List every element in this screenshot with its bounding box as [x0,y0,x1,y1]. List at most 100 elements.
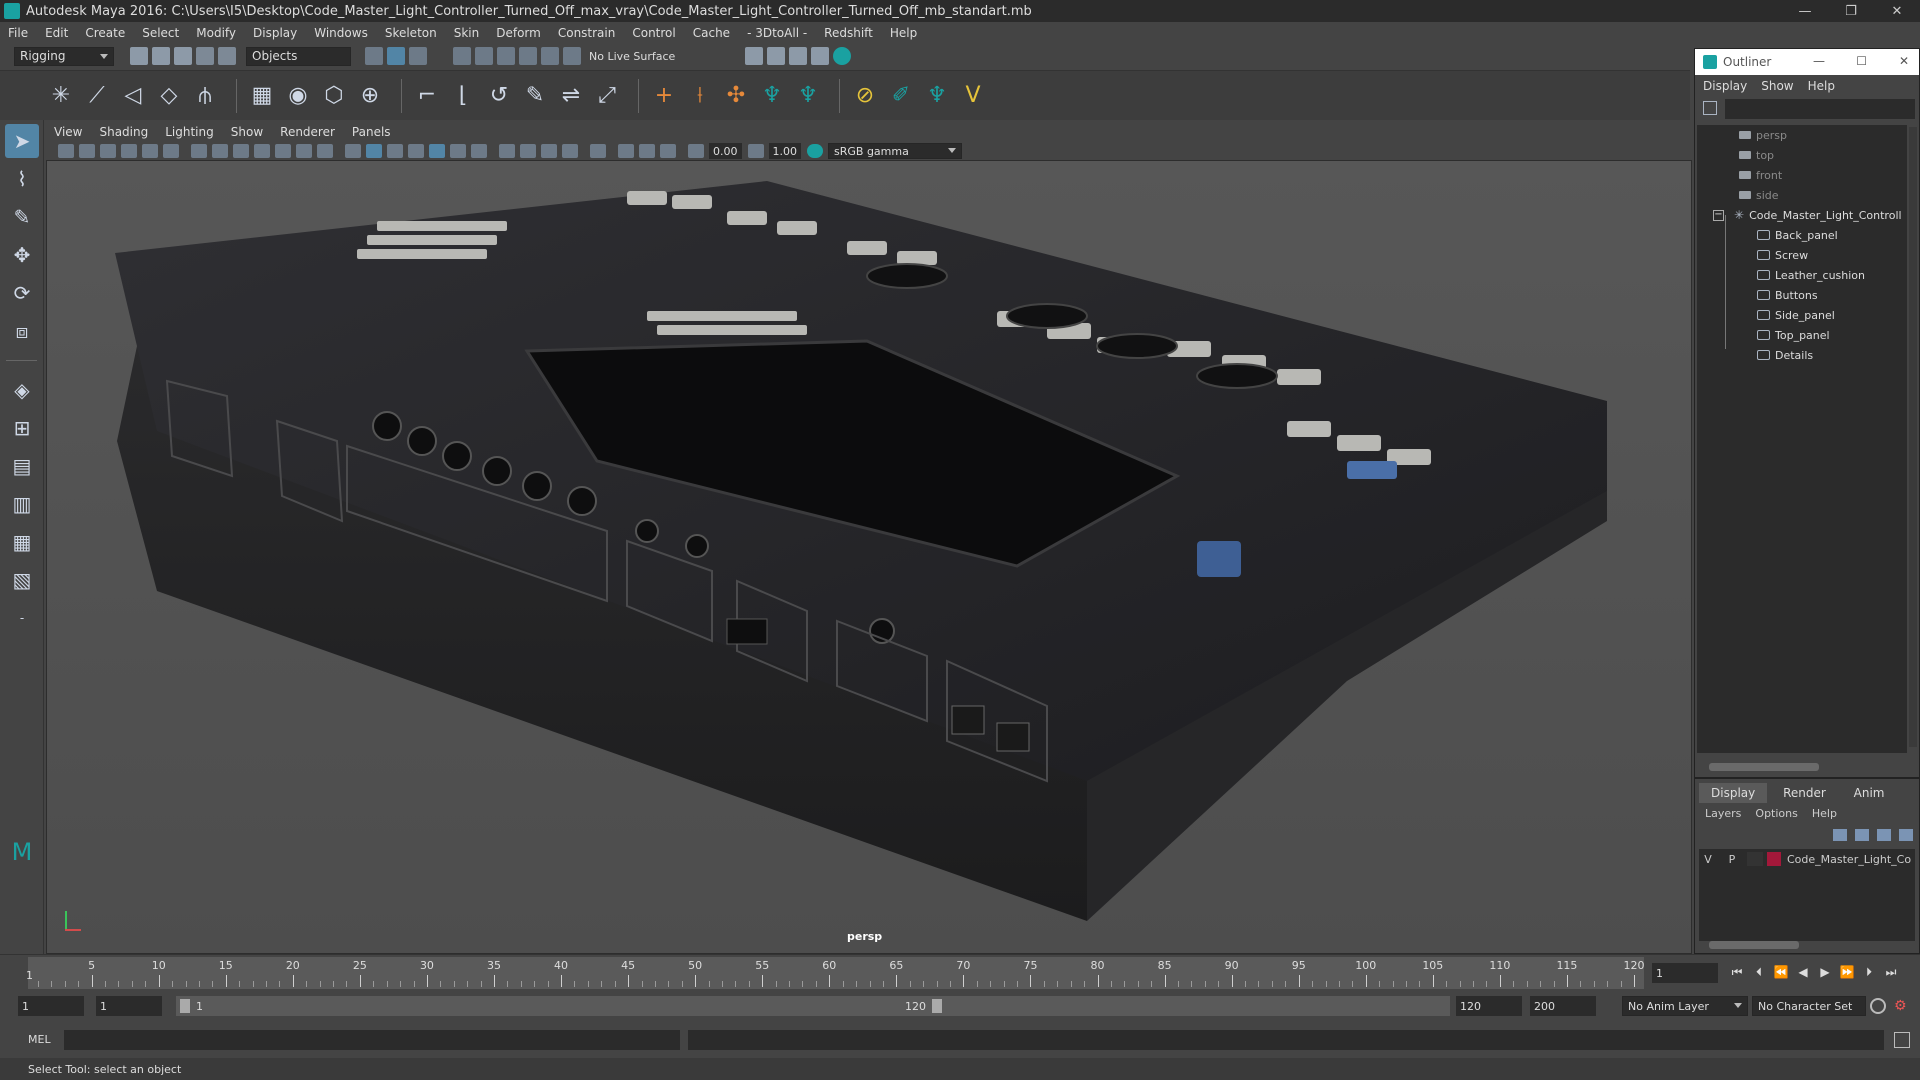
outliner-item-side-panel[interactable]: Side_panel [1697,305,1907,325]
go-to-end-icon[interactable]: ⏭ [1882,965,1900,979]
textured-icon[interactable] [429,144,445,158]
playback-start-field[interactable]: 1 [96,996,162,1016]
hik-control-icon[interactable]: ♆ [793,81,823,111]
outliner-item-side[interactable]: side [1697,185,1907,205]
panel-menu-shading[interactable]: Shading [99,125,148,139]
render-view-icon[interactable] [745,47,764,65]
screen-space-ao-icon[interactable] [499,144,515,158]
persp-graph-layout-icon[interactable]: ▥ [5,487,39,521]
playback-end-field[interactable]: 120 [1456,996,1522,1016]
select-tool-icon[interactable]: ➤ [5,124,39,158]
minimize-button[interactable]: — [1782,0,1828,22]
copy-weights-icon[interactable]: ⤢ [592,81,622,111]
layers-menu-options[interactable]: Options [1755,807,1797,820]
camera-select-icon[interactable] [58,144,74,158]
outliner-item-persp[interactable]: persp [1697,125,1907,145]
layer-reference-toggle[interactable] [1747,852,1763,866]
outliner-menu-show[interactable]: Show [1761,79,1793,93]
pose-editor-icon[interactable]: V [958,81,988,111]
close-button[interactable]: ✕ [1874,0,1920,22]
film-gate-icon[interactable] [212,144,228,158]
range-bar[interactable]: 1 120 [176,996,946,1016]
select-by-component-icon[interactable] [409,47,427,65]
mirror-joint-icon[interactable]: ◁ [118,81,148,111]
step-forward-frame-icon[interactable]: ⏵ [1860,965,1878,979]
skin-tools-icon[interactable]: ✐ [886,81,916,111]
outliner-maximize-button[interactable]: ☐ [1856,54,1867,68]
hypershade-layout-icon[interactable]: ▦ [5,525,39,559]
orient-joint-icon[interactable]: ◇ [154,81,184,111]
render-settings-icon[interactable] [811,47,830,65]
xray-icon[interactable] [618,144,634,158]
smooth-shade-icon[interactable] [366,144,382,158]
panel-menu-lighting[interactable]: Lighting [165,125,214,139]
script-editor-icon[interactable] [1894,1032,1910,1048]
outliner-item-details[interactable]: Details [1697,345,1907,365]
exposure-field[interactable]: 0.00 [709,143,742,159]
snap-grid-icon[interactable] [453,47,471,65]
move-tool-icon[interactable]: ✥ [5,238,39,272]
exposure-icon[interactable] [688,144,704,158]
lattice-icon[interactable]: ▦ [247,81,277,111]
restore-button[interactable]: ❐ [1828,0,1874,22]
paint-select-tool-icon[interactable]: ✎ [5,200,39,234]
range-start-handle[interactable] [180,999,190,1013]
gate-mask-icon[interactable] [254,144,270,158]
resolution-gate-icon[interactable] [233,144,249,158]
four-view-layout-icon[interactable]: ⊞ [5,411,39,445]
safe-title-icon[interactable] [317,144,333,158]
play-forwards-icon[interactable]: ▶ [1816,965,1834,979]
sculpt-deformer-icon[interactable]: ⊕ [355,81,385,111]
create-empty-layer-icon[interactable] [1877,829,1891,841]
command-language-label[interactable]: MEL [28,1033,51,1046]
menu-create[interactable]: Create [85,26,125,40]
layers-menu-help[interactable]: Help [1812,807,1837,820]
layers-menu-layers[interactable]: Layers [1705,807,1741,820]
grease-pencil-icon[interactable] [163,144,179,158]
persp-outliner-layout-icon[interactable]: ▤ [5,449,39,483]
animation-preferences-icon[interactable]: ⚙ [1894,998,1910,1014]
more-layouts-icon[interactable]: - [5,601,39,635]
ik-handle-icon[interactable]: ⫛ [190,81,220,111]
wireframe-on-shaded-icon[interactable] [408,144,424,158]
select-by-object-type-icon[interactable] [387,47,405,65]
xray-joints-icon[interactable] [660,144,676,158]
outliner-close-button[interactable]: ✕ [1899,54,1909,68]
outliner-item-buttons[interactable]: Buttons [1697,285,1907,305]
camera-attributes-icon[interactable] [79,144,95,158]
panel-menu-panels[interactable]: Panels [352,125,391,139]
menu-3dtoall[interactable]: - 3DtoAll - [747,26,807,40]
tab-display[interactable]: Display [1699,783,1768,803]
menu-control[interactable]: Control [632,26,675,40]
shadows-icon[interactable] [471,144,487,158]
tab-render[interactable]: Render [1771,783,1838,803]
panel-menu-show[interactable]: Show [231,125,263,139]
menu-skeleton[interactable]: Skeleton [385,26,437,40]
layer-name[interactable]: Code_Master_Light_Co [1787,853,1911,866]
layer-row[interactable]: V P Code_Master_Light_Co [1699,849,1915,869]
create-joints-icon[interactable]: ✳ [46,81,76,111]
scale-tool-icon[interactable]: ⧈ [5,314,39,348]
hik-character-icon[interactable]: ♆ [757,81,787,111]
snap-point-icon[interactable] [497,47,515,65]
animation-end-field[interactable]: 200 [1530,996,1596,1016]
range-end-handle[interactable] [932,999,942,1013]
menu-deform[interactable]: Deform [496,26,541,40]
save-scene-icon[interactable] [174,47,192,65]
redo-icon[interactable] [218,47,236,65]
panel-menu-view[interactable]: View [54,125,82,139]
orient-constraint-icon[interactable]: ✣ [721,81,751,111]
color-management-icon[interactable] [807,144,823,158]
mirror-weights-icon[interactable]: ⇌ [556,81,586,111]
render-frame-icon[interactable] [767,47,786,65]
outliner-item-leather-cushion[interactable]: Leather_cushion [1697,265,1907,285]
snap-view-plane-icon[interactable] [519,47,537,65]
single-perspective-layout-icon[interactable]: ◈ [5,373,39,407]
outliner-menu-display[interactable]: Display [1703,79,1747,93]
menu-constrain[interactable]: Constrain [558,26,616,40]
use-all-lights-icon[interactable] [450,144,466,158]
select-by-hierarchy-icon[interactable] [365,47,383,65]
motion-blur-icon[interactable] [520,144,536,158]
bookmark-icon[interactable] [100,144,116,158]
menu-edit[interactable]: Edit [45,26,68,40]
